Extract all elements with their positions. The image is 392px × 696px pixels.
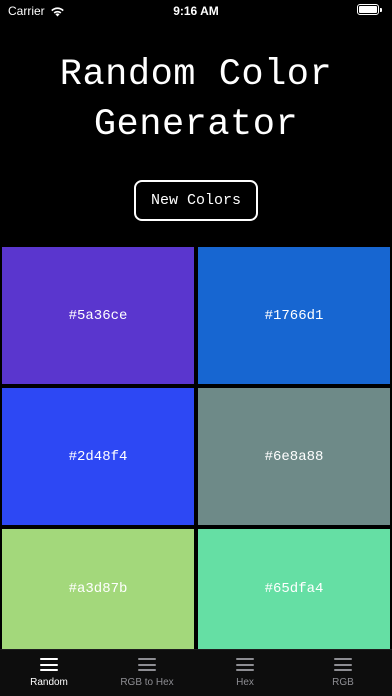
color-swatch[interactable]: #a3d87b	[2, 529, 194, 649]
hamburger-icon	[236, 658, 254, 671]
tab-rgb-to-hex[interactable]: RGB to Hex	[98, 650, 196, 696]
color-swatch[interactable]: #5a36ce	[2, 247, 194, 384]
hamburger-icon	[40, 658, 58, 671]
tab-rgb[interactable]: RGB	[294, 650, 392, 696]
tab-random[interactable]: Random	[0, 650, 98, 696]
color-swatch[interactable]: #65dfa4	[198, 529, 390, 649]
title-line-1: Random Color	[59, 54, 333, 96]
tab-label: Random	[30, 677, 68, 688]
app-screen: Carrier 9:16 AM Random Color Generator N…	[0, 0, 392, 696]
title-line-2: Generator	[93, 104, 299, 146]
page-title: Random Color Generator	[0, 50, 392, 150]
status-bar: Carrier 9:16 AM	[0, 0, 392, 22]
status-time: 9:16 AM	[173, 4, 219, 18]
hamburger-icon	[334, 658, 352, 671]
battery-body	[357, 4, 379, 15]
tab-label: RGB to Hex	[120, 677, 174, 688]
swatch-grid: #5a36ce #1766d1 #2d48f4 #6e8a88 #a3d87b …	[2, 247, 390, 666]
color-swatch[interactable]: #1766d1	[198, 247, 390, 384]
battery-tip	[380, 7, 382, 12]
tab-hex[interactable]: Hex	[196, 650, 294, 696]
tab-bar: Random RGB to Hex Hex RGB	[0, 649, 392, 696]
hamburger-icon	[138, 658, 156, 671]
new-colors-button[interactable]: New Colors	[134, 180, 258, 221]
tab-label: RGB	[332, 677, 354, 688]
battery-icon	[357, 4, 382, 15]
battery-fill	[359, 6, 377, 13]
color-swatch[interactable]: #2d48f4	[2, 388, 194, 525]
color-swatch[interactable]: #6e8a88	[198, 388, 390, 525]
tab-label: Hex	[236, 677, 254, 688]
